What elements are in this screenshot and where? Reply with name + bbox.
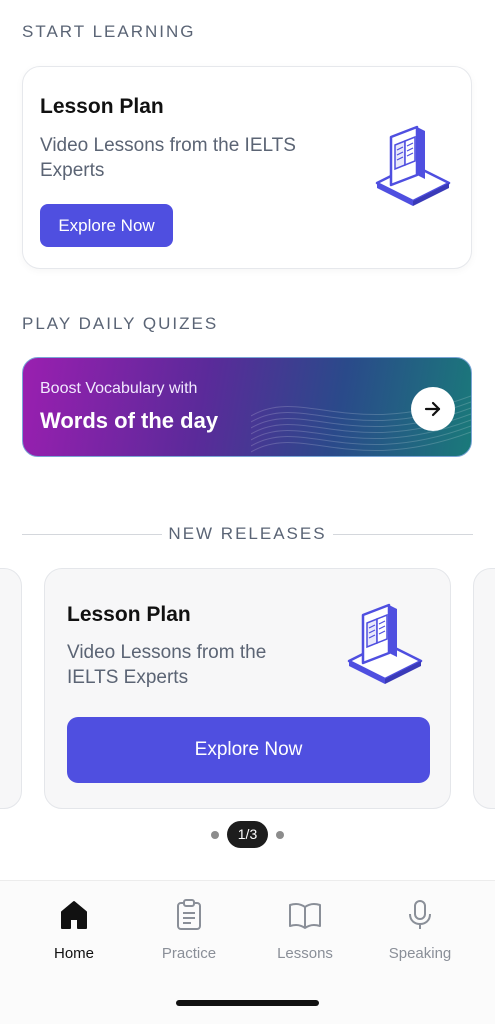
tab-speaking-label: Speaking [388, 945, 452, 962]
explore-now-button[interactable]: Explore Now [40, 204, 173, 247]
tab-home[interactable]: Home [24, 899, 124, 969]
tab-lessons[interactable]: Lessons [255, 899, 355, 969]
pager-indicator: 1/3 [226, 821, 269, 848]
pager-dot-next[interactable] [276, 830, 285, 839]
carousel-next-card[interactable] [473, 568, 495, 809]
banner-title: Words of the day [40, 408, 219, 433]
pager-dot-prev[interactable] [210, 830, 219, 839]
tab-speaking[interactable]: Speaking [370, 899, 470, 969]
carousel-prev-card[interactable] [0, 568, 22, 809]
lesson-plan-subtitle: Video Lessons from the IELTS Experts [40, 135, 296, 181]
words-of-the-day-banner[interactable]: Boost Vocabulary with Words of the day [22, 357, 472, 457]
home-icon [61, 901, 87, 929]
lesson-plan-title: Lesson Plan [40, 95, 164, 118]
tab-practice[interactable]: Practice [139, 899, 239, 969]
carousel-pager: 1/3 [0, 821, 495, 848]
release-lesson-card[interactable]: Lesson Plan Video Lessons from the IELTS… [44, 568, 451, 809]
home-indicator[interactable] [176, 1000, 319, 1006]
microphone-icon [409, 900, 431, 929]
home-screen: START LEARNING Lesson Plan Video Lessons… [0, 0, 495, 1024]
tab-practice-label: Practice [161, 945, 217, 962]
release-explore-now-button[interactable]: Explore Now [67, 717, 430, 783]
book-stack-icon [347, 603, 423, 684]
daily-quizzes-label: PLAY DAILY QUIZES [22, 314, 219, 333]
book-stack-icon [375, 125, 451, 206]
tab-home-label: Home [53, 945, 94, 962]
open-book-icon [289, 902, 321, 929]
start-learning-label: START LEARNING [22, 22, 196, 41]
arrow-right-icon [424, 401, 441, 417]
new-releases-label: NEW RELEASES [168, 524, 327, 543]
tab-lessons-label: Lessons [277, 945, 333, 962]
release-card-subtitle: Video Lessons from the IELTS Experts [67, 642, 267, 688]
lesson-plan-card[interactable]: Lesson Plan Video Lessons from the IELTS… [22, 66, 472, 269]
banner-arrow-button[interactable] [411, 387, 455, 431]
clipboard-icon [177, 899, 201, 930]
banner-kicker: Boost Vocabulary with [40, 380, 198, 397]
release-card-title: Lesson Plan [67, 603, 191, 626]
